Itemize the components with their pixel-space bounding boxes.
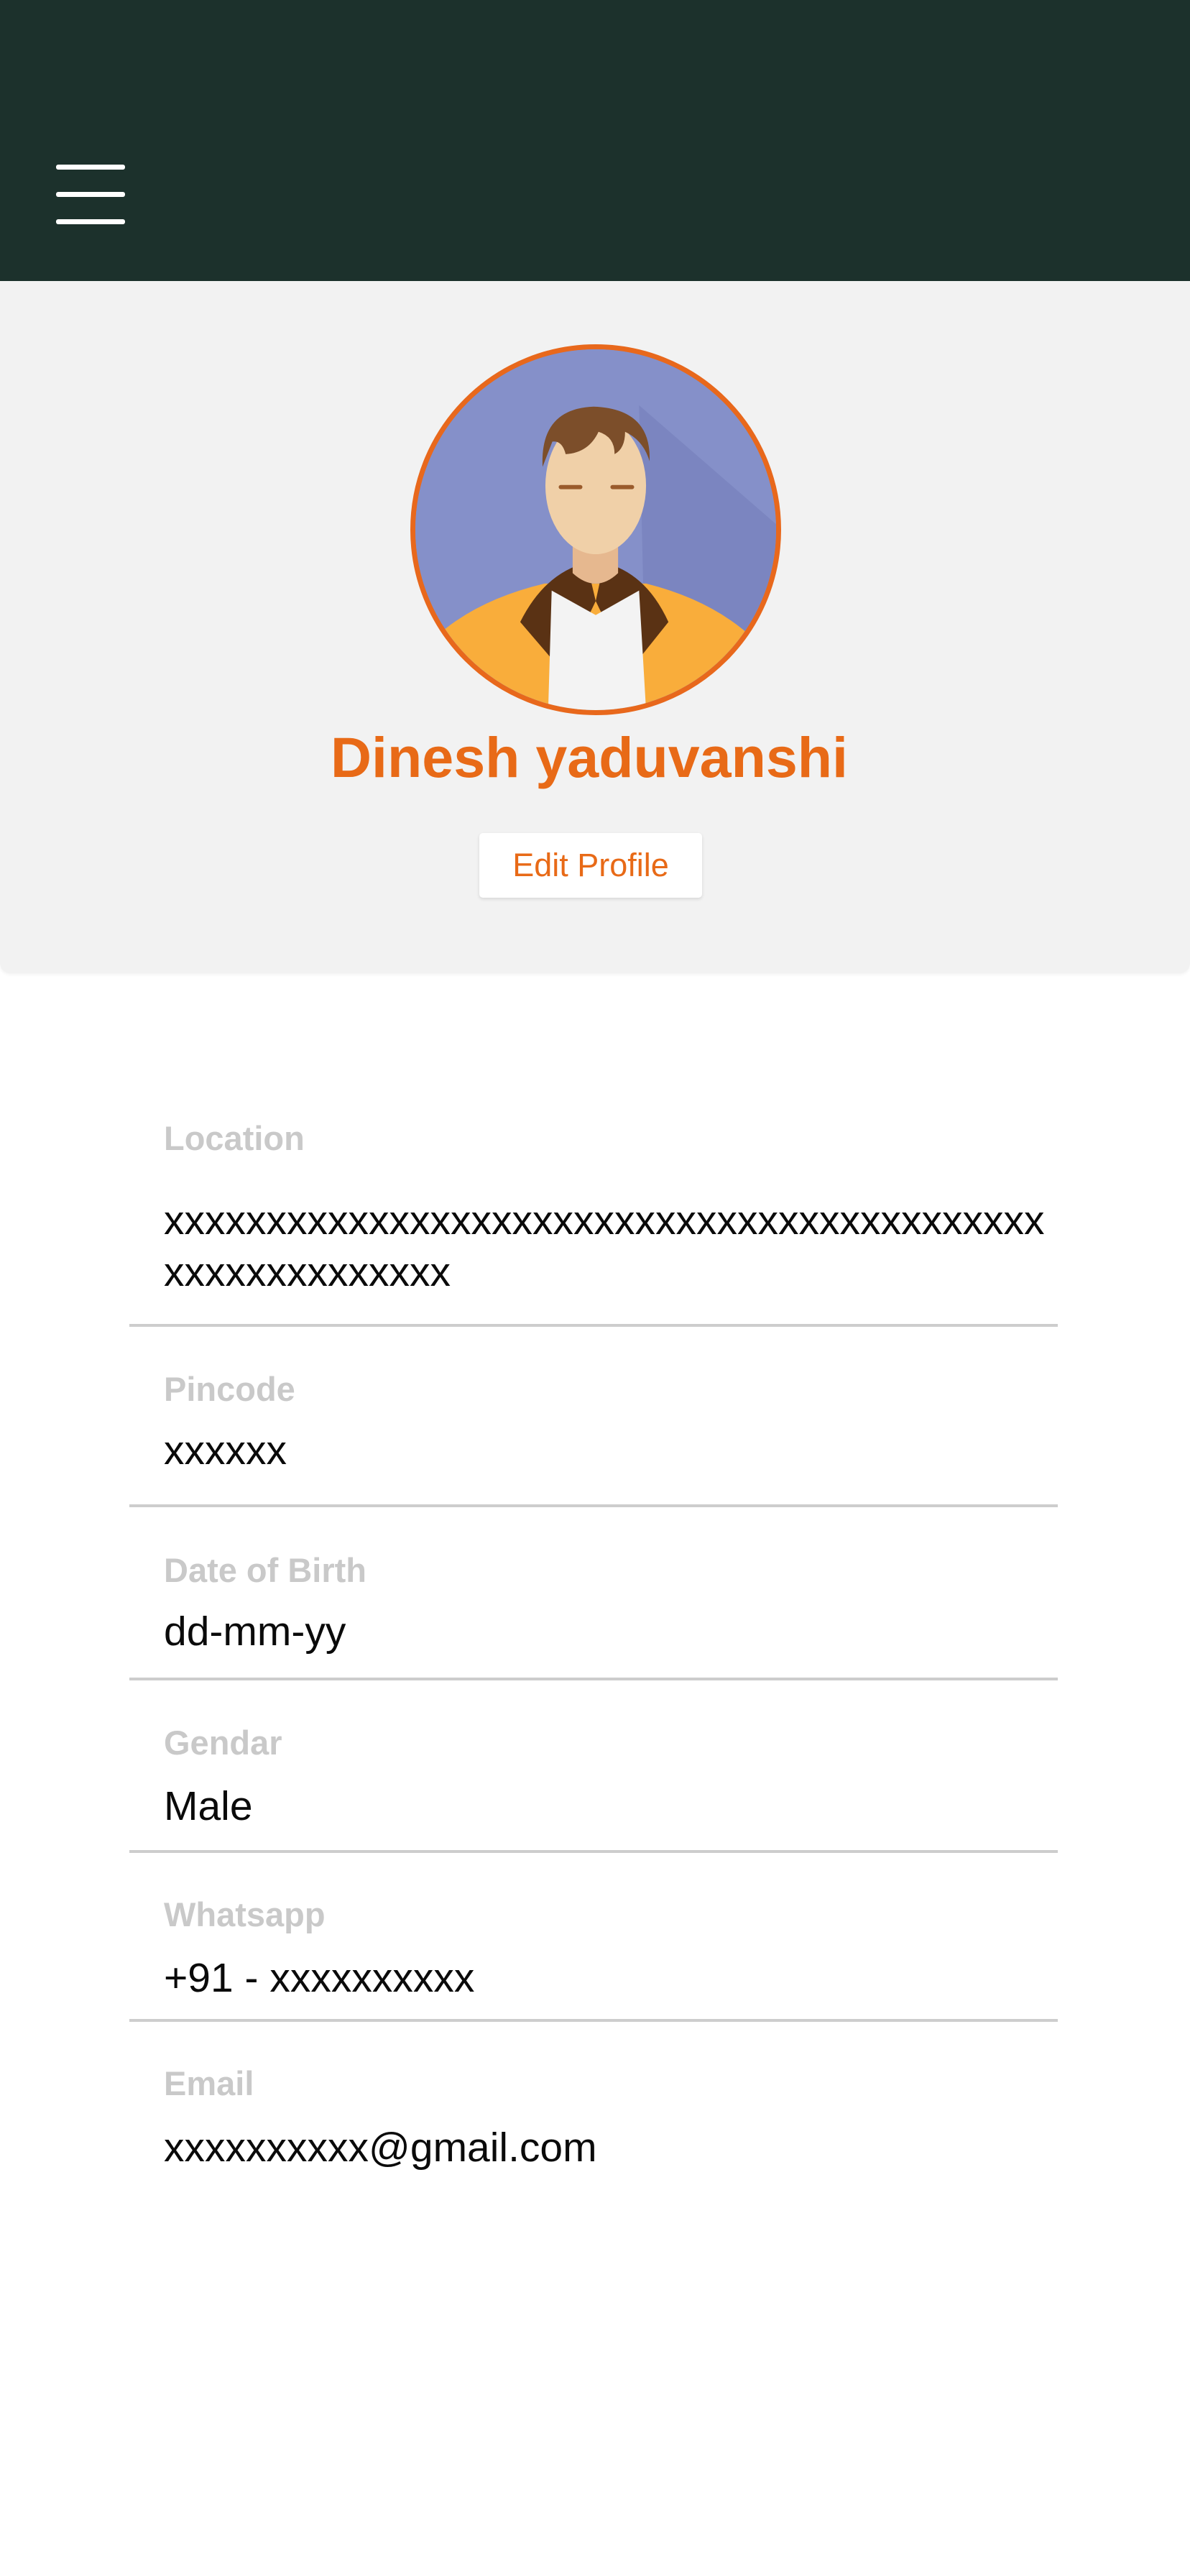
- dob-label: Date of Birth: [164, 1551, 366, 1589]
- divider: [129, 2019, 1058, 2022]
- divider: [129, 1678, 1058, 1680]
- gender-label: Gendar: [164, 1724, 282, 1762]
- email-label: Email: [164, 2064, 254, 2102]
- avatar: [410, 344, 781, 715]
- gender-value[interactable]: Male: [164, 1780, 1062, 1832]
- edit-profile-button[interactable]: Edit Profile: [479, 833, 702, 898]
- divider: [129, 1504, 1058, 1507]
- whatsapp-label: Whatsapp: [164, 1895, 326, 1933]
- menu-icon-line: [56, 219, 125, 224]
- divider: [129, 1850, 1058, 1853]
- email-value[interactable]: xxxxxxxxxx@gmail.com: [164, 2122, 1062, 2174]
- location-label: Location: [164, 1119, 305, 1157]
- menu-icon-line: [56, 192, 125, 197]
- menu-icon[interactable]: [40, 150, 141, 239]
- pincode-value[interactable]: xxxxxx: [164, 1425, 1062, 1476]
- divider: [129, 1324, 1058, 1327]
- menu-icon-line: [56, 165, 125, 170]
- user-avatar-illustration: [415, 349, 776, 710]
- location-value[interactable]: xxxxxxxxxxxxxxxxxxxxxxxxxxxxxxxxxxxxxxxx…: [164, 1195, 1062, 1298]
- dob-value[interactable]: dd-mm-yy: [164, 1606, 1062, 1657]
- pincode-label: Pincode: [164, 1370, 295, 1408]
- whatsapp-value[interactable]: +91 - xxxxxxxxxx: [164, 1952, 1062, 2004]
- profile-name: Dinesh yaduvanshi: [331, 725, 848, 789]
- app-bar: [0, 0, 1190, 281]
